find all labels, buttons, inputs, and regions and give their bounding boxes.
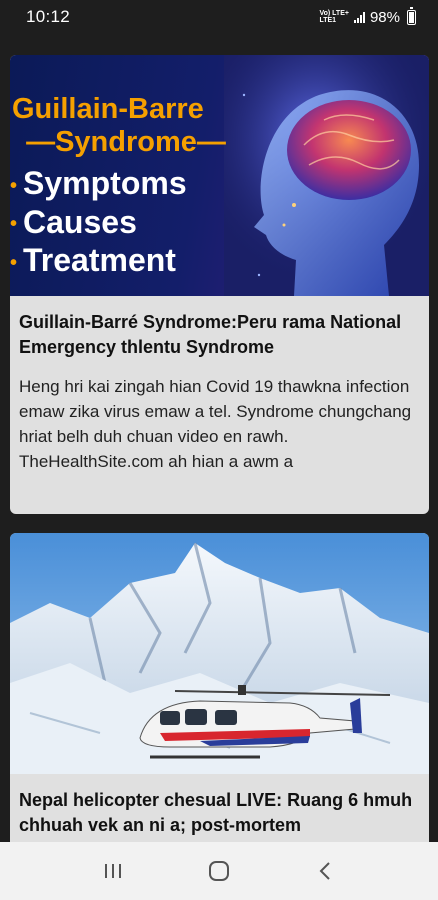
status-bar: 10:12 Vo) LTE+ LTE1 98% bbox=[0, 0, 438, 34]
network-label-top: Vo) LTE+ bbox=[319, 10, 349, 17]
network-indicator: Vo) LTE+ LTE1 bbox=[319, 10, 349, 24]
mountain-helicopter-photo bbox=[10, 533, 429, 774]
article-image[interactable] bbox=[10, 533, 429, 774]
article-description: Heng hri kai zingah hian Covid 19 thawkn… bbox=[19, 377, 412, 471]
battery-level: 98% bbox=[369, 8, 400, 26]
image-title-line-1: Guillain-Barre bbox=[12, 93, 204, 125]
back-button[interactable] bbox=[305, 851, 345, 891]
news-feed[interactable]: Guillain-Barre —Syndrome— • Symptoms • Cau… bbox=[0, 34, 438, 842]
article-title[interactable]: Nepal helicopter chesual LIVE: Ruang 6 h… bbox=[10, 774, 429, 838]
brain-head-illustration bbox=[224, 55, 429, 296]
signal-icon bbox=[353, 11, 365, 23]
recents-button[interactable] bbox=[93, 851, 133, 891]
article-card[interactable]: Nepal helicopter chesual LIVE: Ruang 6 h… bbox=[10, 533, 429, 842]
image-title-line-2: —Syndrome— bbox=[26, 126, 226, 158]
image-bullet: • Treatment bbox=[10, 242, 176, 279]
back-icon bbox=[319, 862, 330, 880]
image-bullet: • Causes bbox=[10, 203, 137, 240]
status-icons: Vo) LTE+ LTE1 98% bbox=[319, 6, 416, 26]
home-icon bbox=[209, 861, 229, 881]
article-title[interactable]: Guillain-Barré Syndrome:Peru rama Nation… bbox=[10, 296, 429, 360]
navigation-bar bbox=[0, 842, 438, 900]
recents-icon bbox=[105, 864, 121, 878]
image-bullet: • Symptoms bbox=[10, 165, 187, 201]
status-time: 10:12 bbox=[26, 7, 71, 26]
battery-icon bbox=[407, 6, 416, 25]
article-card[interactable]: Guillain-Barre —Syndrome— • Symptoms • Cau… bbox=[10, 55, 429, 514]
article-image[interactable]: Guillain-Barre —Syndrome— • Symptoms • Cau… bbox=[10, 55, 429, 296]
network-label-bottom: LTE1 bbox=[319, 17, 337, 24]
home-button[interactable] bbox=[199, 851, 239, 891]
image-overlay-text: Guillain-Barre —Syndrome— • Symptoms • Cau… bbox=[10, 93, 240, 281]
